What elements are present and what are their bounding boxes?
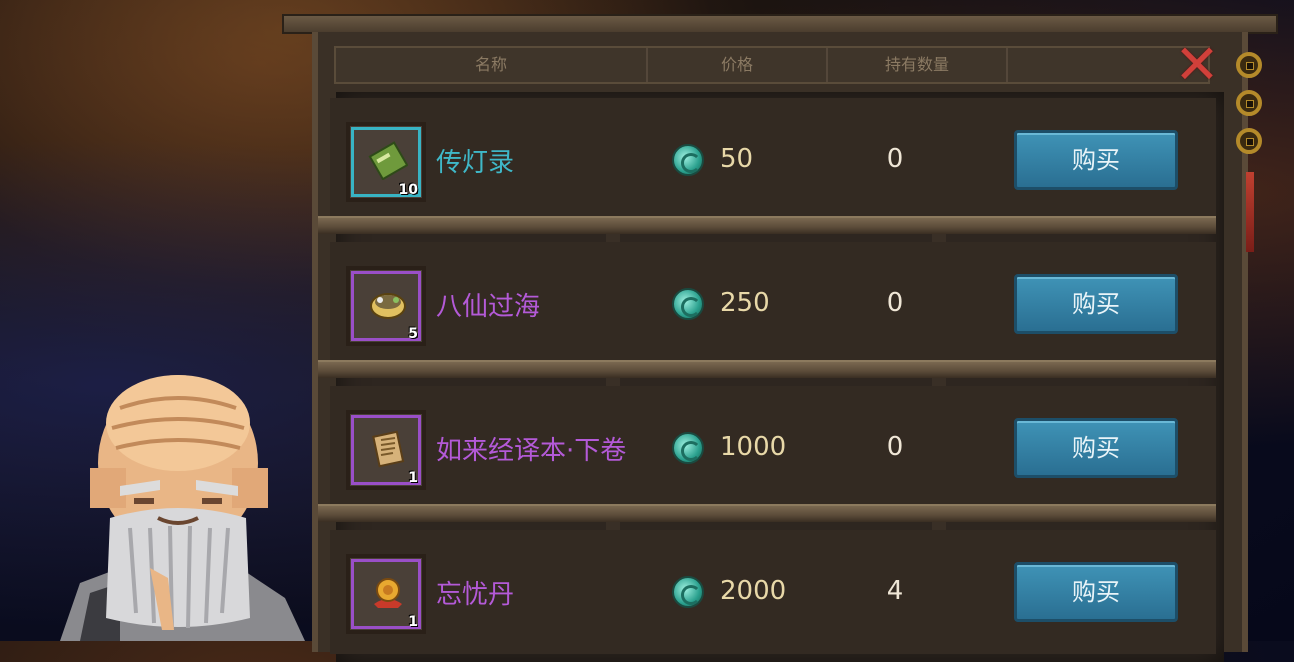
owned-count: 4 xyxy=(886,576,904,606)
green-book-icon xyxy=(368,140,408,180)
item-slot[interactable]: 1 xyxy=(346,554,426,634)
jade-coin-icon xyxy=(672,576,704,608)
scroll-icon xyxy=(368,428,408,468)
item-price: 250 xyxy=(720,288,770,318)
jade-coin-icon xyxy=(672,144,704,176)
jade-coin-icon xyxy=(672,432,704,464)
item-price: 2000 xyxy=(720,576,787,606)
item-name: 如来经译本·下卷 xyxy=(436,436,627,466)
owned-count: 0 xyxy=(886,288,904,318)
buy-button[interactable]: 购买 xyxy=(1014,274,1178,334)
buy-button[interactable]: 购买 xyxy=(1014,130,1178,190)
item-name: 忘忧丹 xyxy=(436,580,515,610)
column-header-owned: 持有数量 xyxy=(828,48,1008,82)
owned-count: 0 xyxy=(886,432,904,462)
close-icon[interactable]: ✕ xyxy=(1170,38,1224,92)
stack-count: 1 xyxy=(408,614,418,630)
item-slot[interactable]: 1 xyxy=(346,410,426,490)
item-slot[interactable]: 5 xyxy=(346,266,426,346)
item-price: 50 xyxy=(720,144,754,174)
shop-row: 1 忘忧丹 2000 4 购买 xyxy=(330,530,1216,654)
buy-button[interactable]: 购买 xyxy=(1014,562,1178,622)
stack-count: 1 xyxy=(408,470,418,486)
stack-count: 10 xyxy=(398,182,418,198)
stack-count: 5 xyxy=(408,326,418,342)
pill-icon xyxy=(368,572,408,612)
panel-top-rail xyxy=(282,14,1278,34)
tassel-icon xyxy=(1246,172,1254,252)
column-header-price: 价格 xyxy=(648,48,828,82)
coin-icon xyxy=(1236,90,1262,116)
shop-row: 5 八仙过海 250 0 购买 xyxy=(330,242,1216,366)
owned-count: 0 xyxy=(886,144,904,174)
bowl-icon xyxy=(368,284,408,324)
coin-icon xyxy=(1236,128,1262,154)
elder-monk-portrait xyxy=(60,375,305,641)
shelf-divider xyxy=(318,216,1216,234)
item-slot[interactable]: 10 xyxy=(346,122,426,202)
item-name: 八仙过海 xyxy=(436,292,541,322)
coin-icon xyxy=(1236,52,1262,78)
item-price: 1000 xyxy=(720,432,787,462)
shelf-divider xyxy=(318,504,1216,522)
table-header: 名称 价格 持有数量 xyxy=(334,46,1210,84)
shop-row: 1 如来经译本·下卷 1000 0 购买 xyxy=(330,386,1216,510)
shelf-divider xyxy=(318,360,1216,378)
coin-chain-ornament xyxy=(1234,52,1268,252)
shop-row: 10 传灯录 50 0 购买 xyxy=(330,98,1216,222)
item-name: 传灯录 xyxy=(436,148,515,178)
column-header-name: 名称 xyxy=(336,48,648,82)
jade-coin-icon xyxy=(672,288,704,320)
buy-button[interactable]: 购买 xyxy=(1014,418,1178,478)
